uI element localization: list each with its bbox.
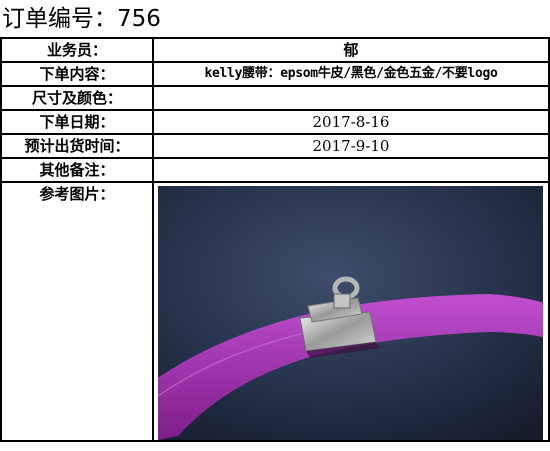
order-content-label: 下单内容： — [0, 61, 154, 87]
size-color-label: 尺寸及颜色： — [0, 85, 154, 111]
ship-date-value: 2017-9-10 — [152, 133, 550, 159]
order-number-title: 订单编号：756 — [2, 6, 161, 32]
salesperson-label: 业务员： — [0, 37, 154, 63]
table-row: 业务员： 郁 — [0, 37, 550, 63]
order-content-value: kelly腰带：epsom牛皮/黑色/金色五金/不要logo — [152, 61, 550, 87]
reference-image-label: 参考图片： — [0, 181, 154, 442]
table-row: 参考图片： — [0, 181, 550, 442]
ship-date-label: 预计出货时间： — [0, 133, 154, 159]
order-date-label: 下单日期： — [0, 109, 154, 135]
table-row: 下单内容： kelly腰带：epsom牛皮/黑色/金色五金/不要logo — [0, 61, 550, 87]
reference-image-cell — [152, 181, 550, 442]
table-row: 下单日期： 2017-8-16 — [0, 109, 550, 135]
salesperson-value: 郁 — [152, 37, 550, 63]
reference-photo — [158, 186, 543, 439]
table-row: 尺寸及颜色： — [0, 85, 550, 111]
notes-label: 其他备注： — [0, 157, 154, 183]
table-row: 其他备注： — [0, 157, 550, 183]
table-row: 预计出货时间： 2017-9-10 — [0, 133, 550, 159]
size-color-value — [152, 85, 550, 111]
order-date-value: 2017-8-16 — [152, 109, 550, 135]
notes-value — [152, 157, 550, 183]
order-details-table: 业务员： 郁 下单内容： kelly腰带：epsom牛皮/黑色/金色五金/不要l… — [0, 37, 550, 442]
